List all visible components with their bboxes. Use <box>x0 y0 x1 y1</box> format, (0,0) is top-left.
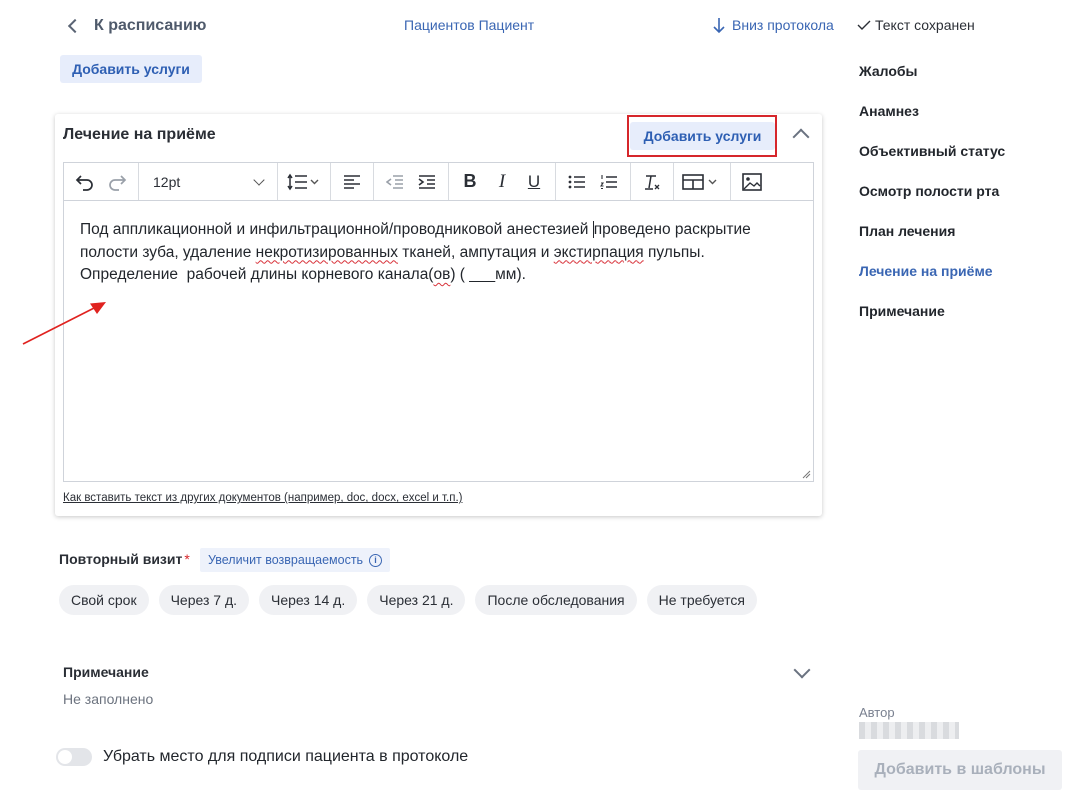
text-span: Под аппликационной и инфильтрационной/пр… <box>80 221 593 238</box>
spelling-error: некротизированных <box>255 243 398 261</box>
nav-item-note[interactable]: Примечание <box>859 303 1005 343</box>
line-height-icon[interactable] <box>284 167 324 197</box>
repeat-visit-options: Свой срок Через 7 д. Через 14 д. Через 2… <box>59 585 757 615</box>
required-mark: * <box>184 551 190 567</box>
paste-help-link[interactable]: Как вставить текст из других документов … <box>63 492 462 504</box>
chip-21-days[interactable]: Через 21 д. <box>367 585 466 615</box>
save-status: Текст сохранен <box>857 17 975 33</box>
chip-7-days[interactable]: Через 7 д. <box>158 585 250 615</box>
nav-item-anamnesis[interactable]: Анамнез <box>859 103 1005 143</box>
editor-line: Под аппликационной и инфильтрационной/пр… <box>80 219 800 242</box>
check-icon <box>857 20 871 30</box>
annotation-arrow-icon <box>22 302 106 345</box>
chevron-left-icon <box>67 18 83 34</box>
add-services-button[interactable]: Добавить услуги <box>60 55 202 83</box>
save-status-label: Текст сохранен <box>875 17 975 33</box>
nav-item-treatment[interactable]: Лечение на приёме <box>859 263 1005 303</box>
chip-14-days[interactable]: Через 14 д. <box>259 585 358 615</box>
add-to-templates-button[interactable]: Добавить в шаблоны <box>858 750 1062 790</box>
editor-line: Определение рабочей длины корневого кана… <box>80 264 800 287</box>
nav-item-complaints[interactable]: Жалобы <box>859 63 1005 103</box>
card-add-services-button[interactable]: Добавить услуги <box>630 122 775 150</box>
image-icon[interactable] <box>737 167 767 197</box>
back-label: К расписанию <box>94 17 207 34</box>
note-title: Примечание <box>63 664 149 680</box>
bullet-list-icon[interactable] <box>562 167 592 197</box>
chevron-down-icon[interactable] <box>793 661 811 679</box>
text-span: ) ( ___мм). <box>450 266 526 283</box>
editor-toolbar: 12pt B I U <box>64 163 813 201</box>
chip-after-exam[interactable]: После обследования <box>475 585 637 615</box>
back-to-schedule-link[interactable]: К расписанию <box>64 14 206 38</box>
text-span: Определение рабочей длины корневого кана… <box>80 266 434 283</box>
align-left-icon[interactable] <box>337 167 367 197</box>
resize-handle-icon[interactable] <box>802 470 811 479</box>
chevron-up-icon[interactable] <box>792 128 810 146</box>
bold-icon[interactable]: B <box>455 167 485 197</box>
section-nav: Жалобы Анамнез Объективный статус Осмотр… <box>859 63 1005 343</box>
scroll-down-label: Вниз протокола <box>732 17 834 33</box>
text-span: полости зуба, удаление <box>80 243 256 261</box>
numbered-list-icon[interactable] <box>594 167 624 197</box>
nav-item-oral-exam[interactable]: Осмотр полости рта <box>859 183 1005 223</box>
note-value: Не заполнено <box>63 691 154 707</box>
clear-format-icon[interactable] <box>637 167 667 197</box>
chevron-down-icon <box>253 173 265 186</box>
editor-content[interactable]: Под аппликационной и инфильтрационной/пр… <box>80 219 800 287</box>
spelling-error: экстирпация <box>553 243 644 261</box>
card-title: Лечение на приёме <box>63 126 216 143</box>
italic-icon[interactable]: I <box>487 167 517 197</box>
author-name-redacted <box>859 722 959 739</box>
author-label: Автор <box>859 705 895 720</box>
repeat-visit-text: Повторный визит <box>59 551 183 567</box>
scroll-down-link[interactable]: Вниз протокола <box>712 16 834 34</box>
rich-text-editor[interactable]: 12pt B I U Под аппликационной и инфильтр… <box>63 162 814 482</box>
treatment-card: Лечение на приёме Добавить услуги 12pt B… <box>55 114 822 516</box>
chip-custom-term[interactable]: Свой срок <box>59 585 149 615</box>
arrow-down-icon <box>713 18 725 34</box>
outdent-icon[interactable] <box>380 167 410 197</box>
spelling-error: ов <box>433 266 451 283</box>
redo-icon[interactable] <box>102 167 132 197</box>
text-span: тканей, ампутация и <box>397 243 554 261</box>
font-size-select[interactable]: 12pt <box>143 167 269 197</box>
undo-icon[interactable] <box>70 167 100 197</box>
retention-badge-label: Увеличит возвращаемость <box>208 553 364 567</box>
patient-name-link[interactable]: Пациентов Пациент <box>404 17 534 33</box>
text-span: проведено раскрытие <box>592 221 751 238</box>
info-icon[interactable]: i <box>369 553 383 567</box>
nav-item-treatment-plan[interactable]: План лечения <box>859 223 1005 263</box>
chip-not-required[interactable]: Не требуется <box>646 585 757 615</box>
nav-item-objective-status[interactable]: Объективный статус <box>859 143 1005 183</box>
font-size-value: 12pt <box>153 173 181 190</box>
retention-badge[interactable]: Увеличит возвращаемость i <box>200 548 391 572</box>
repeat-visit-label: Повторный визит * <box>59 551 190 567</box>
text-span: пульпы. <box>643 243 705 261</box>
toggle-knob <box>58 750 72 764</box>
indent-icon[interactable] <box>412 167 442 197</box>
signature-toggle-label: Убрать место для подписи пациента в прот… <box>103 748 469 765</box>
signature-toggle[interactable] <box>56 748 92 766</box>
table-icon[interactable] <box>680 167 724 197</box>
underline-icon[interactable]: U <box>519 167 549 197</box>
editor-line: полости зуба, удаление некротизированных… <box>80 242 800 265</box>
